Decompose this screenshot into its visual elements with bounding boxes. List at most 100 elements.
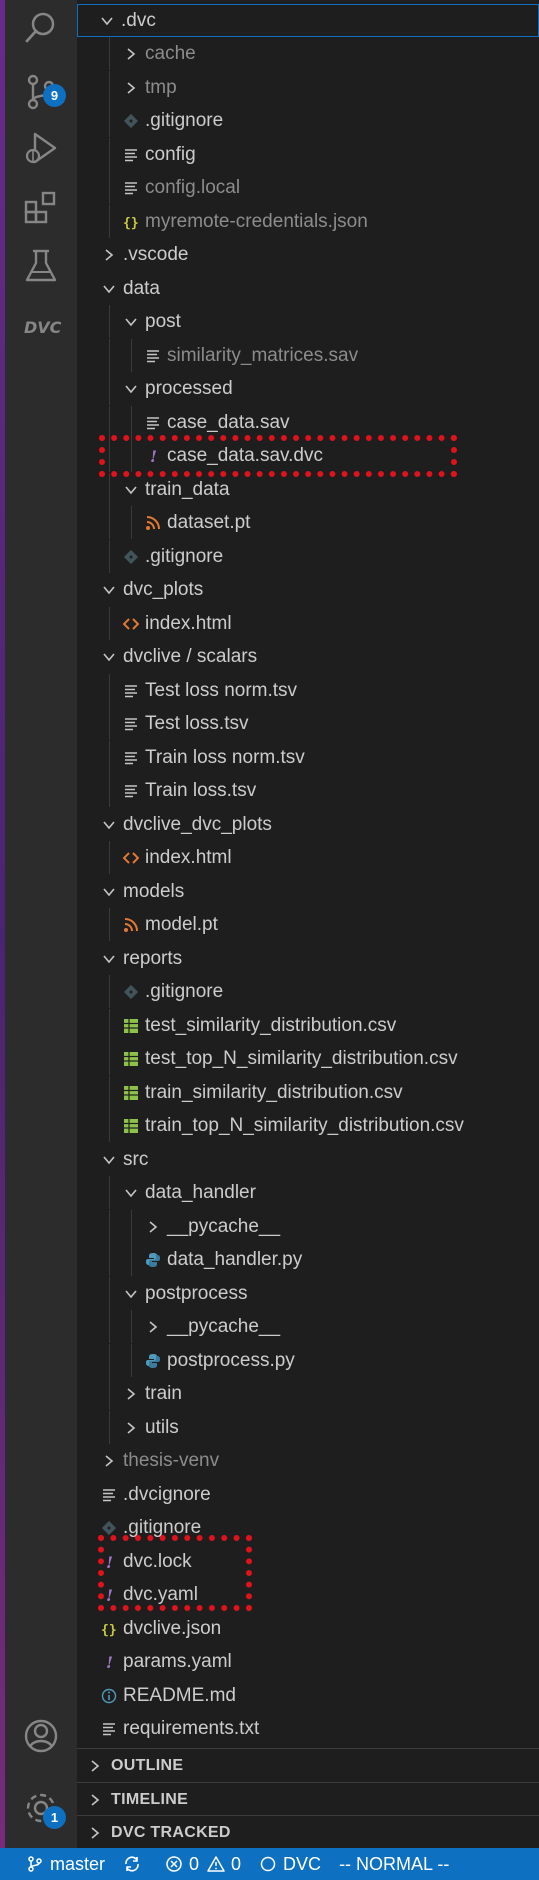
tree-folder-postprocess[interactable]: postprocess (77, 1277, 539, 1310)
tree-item-label: .gitignore (145, 109, 224, 131)
indent-guide (131, 1243, 132, 1276)
tree-item-label: train_similarity_distribution.csv (145, 1081, 403, 1103)
indent-guide (109, 774, 110, 807)
tree-folder-reports[interactable]: reports (77, 942, 539, 975)
tree-folder-dvc-plots[interactable]: dvc_plots (77, 573, 539, 606)
chevron-down-icon (121, 372, 141, 405)
tree-item-label: processed (145, 377, 233, 399)
tree-file-train-loss-tsv[interactable]: Train loss.tsv (77, 774, 539, 807)
git-branch-icon (28, 1856, 42, 1872)
tree-folder-cache[interactable]: cache (77, 37, 539, 70)
indent-guide (109, 138, 110, 171)
section-timeline[interactable]: TIMELINE (77, 1782, 539, 1816)
tree-file-gitignore[interactable]: .gitignore (77, 540, 539, 573)
tree-file-train-top-n-similarity-distribution-csv[interactable]: train_top_N_similarity_distribution.csv (77, 1109, 539, 1142)
tree-folder-pycache[interactable]: __pycache__ (77, 1310, 539, 1343)
sync-button[interactable] (123, 1855, 147, 1873)
chevron-right-icon (85, 1749, 105, 1782)
tree-item-label: thesis-venv (123, 1449, 220, 1471)
tree-file-dataset-pt[interactable]: dataset.pt (77, 506, 539, 539)
tree-file-requirements-txt[interactable]: requirements.txt (77, 1712, 539, 1745)
tree-folder-tmp[interactable]: tmp (77, 71, 539, 104)
tree-file-postprocess-py[interactable]: postprocess.py (77, 1344, 539, 1377)
tree-item-label: Test loss norm.tsv (145, 679, 298, 701)
tree-file-similarity-matrices-sav[interactable]: similarity_matrices.sav (77, 339, 539, 372)
tree-file-params-yaml[interactable]: ! params.yaml (77, 1645, 539, 1678)
tree-file-myremote-credentials-json[interactable]: {} myremote-credentials.json (77, 205, 539, 238)
dvc-icon[interactable]: DVC (5, 298, 77, 354)
rss-icon (121, 908, 141, 941)
tree-file-test-loss-tsv[interactable]: Test loss.tsv (77, 707, 539, 740)
tree-item-label: Train loss norm.tsv (145, 746, 305, 768)
highlight-box-dvc-files (98, 1535, 252, 1611)
dvc-status-label: DVC (283, 1853, 322, 1874)
section-outline[interactable]: OUTLINE (77, 1748, 539, 1782)
indent-guide (109, 975, 110, 1008)
python-icon (143, 1243, 163, 1276)
tree-file-index-html[interactable]: index.html (77, 607, 539, 640)
run-debug-icon[interactable] (5, 120, 77, 176)
csv-icon (121, 1042, 141, 1075)
tree-folder-models[interactable]: models (77, 875, 539, 908)
tree-file-test-similarity-distribution-csv[interactable]: test_similarity_distribution.csv (77, 1009, 539, 1042)
indent-guide (131, 1310, 132, 1343)
tree-folder-post[interactable]: post (77, 305, 539, 338)
tree-file-gitignore[interactable]: .gitignore (77, 104, 539, 137)
indent-guide (109, 205, 110, 238)
testing-flask-icon[interactable] (5, 238, 77, 294)
tree-file-config-local[interactable]: config.local (77, 171, 539, 204)
tree-file-test-top-n-similarity-distribution-csv[interactable]: test_top_N_similarity_distribution.csv (77, 1042, 539, 1075)
tree-file-train-similarity-distribution-csv[interactable]: train_similarity_distribution.csv (77, 1076, 539, 1109)
tree-folder-thesis-venv[interactable]: thesis-venv (77, 1444, 539, 1477)
indent-guide (109, 104, 110, 137)
dvc-status[interactable]: DVC (259, 1854, 321, 1875)
account-icon[interactable] (5, 1708, 77, 1764)
tree-folder-data[interactable]: data (77, 272, 539, 305)
tree-folder-pycache[interactable]: __pycache__ (77, 1210, 539, 1243)
tree-file-config[interactable]: config (77, 138, 539, 171)
search-icon[interactable] (5, 0, 77, 56)
tree-file-readme-md[interactable]: README.md (77, 1679, 539, 1712)
tree-file-dvclive-json[interactable]: {} dvclive.json (77, 1612, 539, 1645)
extensions-icon[interactable] (5, 180, 77, 236)
tree-folder-processed[interactable]: processed (77, 372, 539, 405)
indent-guide (109, 1176, 110, 1209)
indent-guide (109, 1243, 110, 1276)
tree-item-label: dataset.pt (167, 511, 251, 533)
indent-guide (109, 372, 110, 405)
text-file-icon (121, 774, 141, 807)
tree-item-label: test_top_N_similarity_distribution.csv (145, 1047, 458, 1069)
source-control-icon[interactable] (5, 64, 77, 120)
tree-item-label: data (123, 277, 160, 299)
tree-item-label: .vscode (123, 243, 189, 265)
tree-file-data-handler-py[interactable]: data_handler.py (77, 1243, 539, 1276)
tree-folder-train-data[interactable]: train_data (77, 473, 539, 506)
tree-folder-train[interactable]: train (77, 1377, 539, 1410)
tree-folder-data-handler[interactable]: data_handler (77, 1176, 539, 1209)
problems-indicator[interactable]: 0 0 (165, 1854, 241, 1875)
tree-item-label: case_data.sav (167, 411, 290, 433)
tree-file-train-loss-norm-tsv[interactable]: Train loss norm.tsv (77, 741, 539, 774)
tree-item-label: train_data (145, 478, 230, 500)
indent-guide (109, 71, 110, 104)
csv-icon (121, 1109, 141, 1142)
tree-item-label: postprocess (145, 1282, 248, 1304)
manage-gear-icon[interactable] (5, 1780, 77, 1836)
tree-item-label: README.md (123, 1684, 236, 1706)
tree-folder-dvclive-dvc-plots[interactable]: dvclive_dvc_plots (77, 808, 539, 841)
section-dvc-tracked[interactable]: DVC TRACKED (77, 1815, 539, 1849)
indent-guide (109, 1009, 110, 1042)
tree-folder-src[interactable]: src (77, 1143, 539, 1176)
tree-folder-dvc[interactable]: .dvc (77, 4, 539, 37)
tree-file-gitignore[interactable]: .gitignore (77, 975, 539, 1008)
tree-folder-utils[interactable]: utils (77, 1411, 539, 1444)
tree-file-dvcignore[interactable]: .dvcignore (77, 1478, 539, 1511)
branch-indicator[interactable]: master (26, 1854, 105, 1875)
tree-folder-dvclive-scalars[interactable]: dvclive / scalars (77, 640, 539, 673)
tree-item-label: __pycache__ (167, 1315, 281, 1337)
tree-folder-vscode[interactable]: .vscode (77, 238, 539, 271)
tree-item-label: dvclive_dvc_plots (123, 813, 272, 835)
tree-file-model-pt[interactable]: model.pt (77, 908, 539, 941)
tree-file-test-loss-norm-tsv[interactable]: Test loss norm.tsv (77, 674, 539, 707)
tree-file-index-html[interactable]: index.html (77, 841, 539, 874)
